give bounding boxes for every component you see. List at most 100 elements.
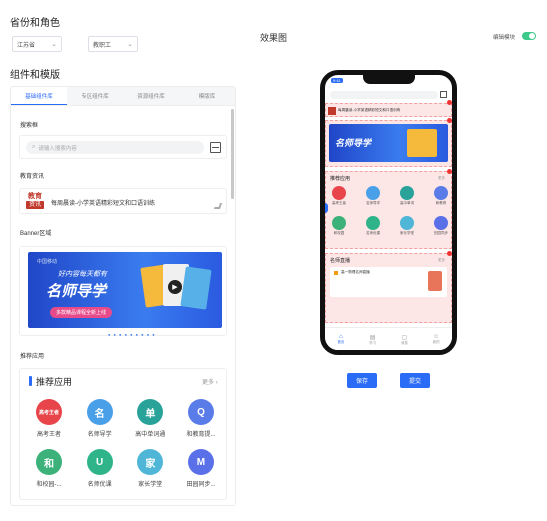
preview-title: 效果图 bbox=[260, 33, 288, 43]
feather-icon: 家 bbox=[137, 449, 164, 475]
app-item[interactable]: 家家长学堂 bbox=[131, 449, 169, 488]
banner-main-text: 名师导学 bbox=[46, 283, 107, 300]
banner-section-label: Banner区域 bbox=[20, 231, 52, 237]
scan-icon[interactable] bbox=[210, 142, 221, 153]
nav-home[interactable]: ⌂ 首页 bbox=[337, 334, 344, 345]
search-placeholder: 请输入搜索内容 bbox=[38, 145, 77, 152]
app-item[interactable]: 单高中单词通 bbox=[131, 399, 169, 438]
search-section-label: 搜索框 bbox=[20, 123, 39, 129]
delete-dot-icon[interactable] bbox=[447, 169, 452, 174]
tab-resource[interactable]: 资源组件库 bbox=[123, 87, 179, 105]
rec-more-link[interactable]: 更多 › bbox=[202, 377, 218, 386]
search-component[interactable]: ⌕ 请输入搜索内容 bbox=[19, 135, 227, 159]
phone-app-item[interactable]: 和教育 bbox=[434, 186, 448, 206]
play-icon[interactable]: ▶ bbox=[168, 280, 182, 294]
phone-app-item[interactable]: 田园同步 bbox=[434, 216, 448, 236]
phone-app-item[interactable]: 名师导学 bbox=[366, 186, 380, 206]
m-logo-icon: M bbox=[187, 449, 214, 475]
tab-basic[interactable]: 基础组件库 bbox=[11, 87, 67, 105]
edit-toggle-label: 编辑模块 bbox=[493, 35, 516, 41]
trophy-icon: 名 bbox=[86, 399, 113, 425]
delete-dot-icon[interactable] bbox=[447, 251, 452, 256]
edu-news-component[interactable]: 教育 资讯 每周晨读-小学英语精彩短文和口语训练 bbox=[19, 188, 227, 214]
banner-line1: 好内容每天都有 bbox=[58, 271, 107, 278]
edit-toggle[interactable] bbox=[522, 32, 536, 40]
app-item[interactable]: 名名师导学 bbox=[81, 399, 119, 438]
gaokao-icon: 高考王者 bbox=[36, 399, 62, 425]
phone-app-item[interactable]: 名师优课 bbox=[366, 216, 380, 236]
province-role-title: 省份和角色 bbox=[10, 18, 60, 29]
edu-logo: 教育 资讯 bbox=[26, 193, 44, 209]
message-icon: ▢ bbox=[401, 334, 408, 341]
submit-button[interactable]: 提交 bbox=[400, 373, 430, 388]
live-badge-icon bbox=[334, 271, 338, 275]
edu-section-label: 教育资讯 bbox=[20, 174, 45, 180]
phone-rec-title: 推荐应用 bbox=[330, 176, 351, 182]
banner-brand: 中国移动 bbox=[37, 259, 58, 265]
search-doc-icon: Q bbox=[187, 399, 214, 425]
banner-image[interactable]: 中国移动 好内容每天都有 名师导学 多款精品课程全新上线 ▶ bbox=[28, 252, 222, 328]
nav-message[interactable]: ▢ 消息 bbox=[401, 334, 408, 346]
resize-handle-icon[interactable] bbox=[213, 203, 223, 209]
tab-template[interactable]: 模版库 bbox=[179, 87, 235, 105]
phone-edu-news[interactable]: 每周晨读-小学英语精彩短文和口语训练 bbox=[325, 103, 452, 117]
nav-study[interactable]: ▤ 学习 bbox=[369, 334, 376, 346]
apps-row-1: 高考王者 高考王者 名名师导学 单高中单词通 Q 和教育提... bbox=[30, 399, 220, 438]
phone-search-input[interactable] bbox=[330, 91, 438, 99]
app-item[interactable]: Q 和教育提... bbox=[182, 399, 220, 438]
province-select[interactable]: 江苏省 ⌄ bbox=[12, 36, 62, 52]
book-icon: ▤ bbox=[369, 334, 376, 341]
phone-live-item: 高一物理名师直播 bbox=[341, 270, 370, 274]
search-icon: ⌕ bbox=[32, 144, 36, 150]
delete-dot-icon[interactable] bbox=[447, 100, 452, 105]
phone-rec-apps[interactable]: 推荐应用 更多 高考王者 名师导学 高中单词 和教育 和校园 名师优课 家长学堂… bbox=[325, 171, 452, 249]
tab-special[interactable]: 专区组件库 bbox=[67, 87, 123, 105]
phone-app-item[interactable]: 高考王者 bbox=[332, 186, 346, 206]
components-title: 组件和模版 bbox=[10, 70, 60, 81]
delete-dot-icon[interactable] bbox=[447, 118, 452, 123]
apps-row-2: 和和校园-... U 名师优课 家家长学堂 M 田园同步... bbox=[30, 449, 220, 488]
app-item[interactable]: 高考王者 高考王者 bbox=[30, 399, 68, 438]
phone-notch bbox=[363, 75, 415, 84]
component-tabs: 基础组件库 专区组件库 资源组件库 模版库 bbox=[11, 87, 235, 106]
recommended-apps-component[interactable]: 推荐应用 更多 › 高考王者 高考王者 名名师导学 单高中单词通 Q 和教育提...… bbox=[19, 368, 227, 500]
phone-live-card[interactable]: 高一物理名师直播 bbox=[330, 267, 447, 297]
phone-banner-block[interactable]: 名师导学 bbox=[325, 120, 452, 167]
phone-time: 9:41 bbox=[331, 78, 343, 83]
nav-profile[interactable]: ☺ 我的 bbox=[433, 334, 440, 345]
banner-component[interactable]: 中国移动 好内容每天都有 名师导学 多款精品课程全新上线 ▶ ● ● ● ● ●… bbox=[19, 246, 227, 337]
title-accent-bar bbox=[29, 376, 32, 386]
phone-apps-row-2: 和校园 名师优课 家长学堂 田园同步 bbox=[332, 216, 448, 236]
component-panel: 基础组件库 专区组件库 资源组件库 模版库 搜索框 ⌕ 请输入搜索内容 教育资讯… bbox=[10, 86, 236, 506]
chevron-down-icon: ⌄ bbox=[51, 40, 57, 48]
phone-app-item[interactable]: 家长学堂 bbox=[400, 216, 414, 236]
phone-live-more[interactable]: 更多 bbox=[438, 258, 445, 263]
phone-apps-row-1: 高考王者 名师导学 高中单词 和教育 bbox=[332, 186, 448, 206]
phone-preview: 9:41 每周晨读-小学英语精彩短文和口语训练 名师导学 推荐应用 更多 高考王… bbox=[320, 70, 457, 355]
role-value: 教职工 bbox=[93, 42, 112, 49]
phone-app-item[interactable]: 和校园 bbox=[332, 216, 346, 236]
app-item[interactable]: U 名师优课 bbox=[81, 449, 119, 488]
app-item[interactable]: M 田园同步... bbox=[182, 449, 220, 488]
app-item[interactable]: 和和校园-... bbox=[30, 449, 68, 488]
panel-scrollbar[interactable] bbox=[231, 109, 234, 199]
phone-edu-logo bbox=[328, 107, 336, 115]
banner-pagination[interactable]: ● ● ● ● ● ● ● ● ● bbox=[108, 332, 156, 337]
phone-scan-icon[interactable] bbox=[440, 91, 447, 98]
search-input[interactable]: ⌕ 请输入搜索内容 bbox=[26, 141, 204, 154]
save-button[interactable]: 保存 bbox=[347, 373, 377, 388]
star-book-icon: 单 bbox=[137, 399, 164, 425]
phone-live-title: 名师直播 bbox=[330, 258, 351, 264]
book-image bbox=[180, 266, 212, 310]
phone-books-image bbox=[407, 129, 437, 157]
drag-handle-icon[interactable] bbox=[325, 203, 328, 213]
rec-title: 推荐应用 bbox=[36, 377, 73, 387]
role-select[interactable]: 教职工 ⌄ bbox=[88, 36, 138, 52]
chevron-down-icon: ⌄ bbox=[127, 40, 133, 48]
phone-app-item[interactable]: 高中单词 bbox=[400, 186, 414, 206]
teacher-avatar bbox=[428, 271, 442, 291]
banner-subtitle: 多款精品课程全新上线 bbox=[50, 307, 113, 318]
phone-rec-more[interactable]: 更多 bbox=[438, 176, 445, 181]
edu-news-text: 每周晨读-小学英语精彩短文和口语训练 bbox=[51, 201, 155, 207]
phone-live-block[interactable]: 名师直播 更多 高一物理名师直播 bbox=[325, 253, 452, 323]
